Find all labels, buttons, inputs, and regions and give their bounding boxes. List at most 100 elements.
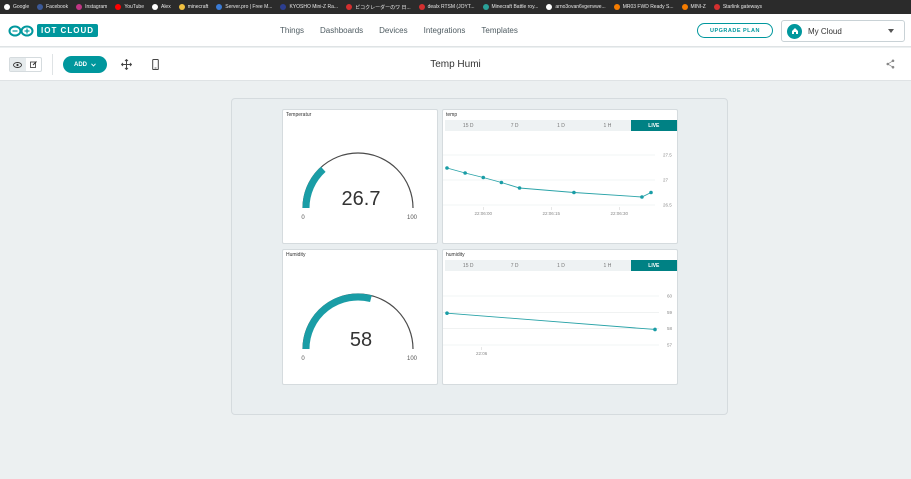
bookmark-favicon-icon — [178, 4, 185, 10]
dashboard-canvas: Temperatur 26.7 0 100 temp 15 D 7 D 1 D … — [231, 98, 728, 415]
bookmark-favicon-icon — [216, 4, 223, 10]
bookmark-favicon-icon — [482, 4, 489, 10]
bookmark-item[interactable]: Instagram — [72, 4, 111, 10]
x-tick-label: 22:06:15 — [543, 211, 561, 216]
cloud-selector-label: My Cloud — [808, 26, 842, 36]
gauge-value: 58 — [350, 329, 372, 351]
humidity-gauge-widget[interactable]: Humidity 58 0 100 — [282, 249, 438, 385]
data-point[interactable] — [572, 190, 576, 195]
share-button[interactable] — [884, 58, 896, 70]
bookmark-label: Server.pro | Free M... — [225, 4, 273, 10]
gauge-min-label: 0 — [301, 215, 305, 221]
gauge: 26.7 0 100 — [301, 152, 418, 221]
bookmark-item[interactable]: YouTube — [111, 4, 148, 10]
upgrade-plan-button[interactable]: UPGRADE PLAN — [697, 23, 773, 38]
bookmark-favicon-icon — [613, 4, 620, 10]
bookmark-item[interactable]: Server.pro | Free M... — [212, 4, 276, 10]
bookmark-label: dealx RTSM (JOYT... — [427, 4, 475, 10]
bookmark-favicon-icon — [4, 4, 10, 10]
bookmark-label: Alex — [160, 4, 171, 10]
x-tick-label: 22:06:00 — [475, 211, 493, 216]
bookmark-favicon-icon — [76, 4, 83, 10]
nav-templates[interactable]: Templates — [481, 26, 517, 35]
gauge-fill — [302, 166, 326, 209]
data-point[interactable] — [445, 311, 449, 315]
bookmark-item[interactable]: ピコクレーダーのワ 日... — [342, 4, 415, 11]
home-icon — [787, 23, 802, 39]
temperature-gauge-widget[interactable]: Temperatur 26.7 0 100 — [282, 109, 438, 244]
bookmark-item[interactable]: Minecraft Battle roy... — [479, 4, 543, 10]
main-nav: Things Dashboards Devices Integrations T… — [280, 26, 518, 35]
bookmark-label: Google — [13, 4, 30, 10]
arduino-infinity-icon — [8, 25, 34, 36]
bookmark-label: MR03 FWD Ready S... — [622, 4, 674, 10]
series-line — [446, 312, 656, 330]
humidity-chart-widget[interactable]: humidity 15 D 7 D 1 D 1 H LIVE 57 58 59 60 2… — [442, 249, 678, 385]
y-tick-label: 57 — [667, 343, 673, 348]
bookmark-favicon-icon — [418, 4, 425, 10]
bookmark-favicon-icon — [681, 4, 688, 10]
data-point[interactable] — [463, 171, 467, 175]
bookmark-favicon-icon — [713, 4, 720, 10]
logo-text: IOT CLOUD — [37, 24, 98, 37]
bookmark-label: Starlink gateways — [722, 4, 763, 10]
y-tick-label: 58 — [667, 326, 673, 331]
y-tick-label: 26.5 — [663, 203, 672, 208]
data-point[interactable] — [640, 195, 644, 199]
bookmark-item[interactable]: MR03 FWD Ready S... — [610, 4, 678, 10]
series-line — [446, 167, 652, 198]
bookmark-label: KYOSHO Mini-Z Ra... — [289, 4, 339, 10]
bookmark-item[interactable]: arno3ovan6vgenvwe... — [542, 4, 609, 10]
bookmark-favicon-icon — [151, 4, 158, 10]
bookmark-item[interactable]: Facebook — [33, 4, 72, 10]
data-point[interactable] — [653, 327, 657, 332]
share-icon — [886, 59, 894, 69]
bookmark-favicon-icon — [37, 4, 44, 10]
bookmark-item[interactable]: Alex — [148, 4, 175, 10]
temperature-chart-widget[interactable]: temp 15 D 7 D 1 D 1 H LIVE 26.5 27 27.5 22:… — [442, 109, 678, 244]
nav-dashboards[interactable]: Dashboards — [320, 26, 363, 35]
bookmarks-bar: Google Facebook Instagram YouTube Alex minecr… — [0, 0, 911, 14]
temperature-line-chart: 26.5 27 27.5 22:06:00 22:06:15 22:06:30 — [443, 153, 672, 216]
y-tick-label: 27 — [663, 178, 669, 183]
gauge-value: 26.7 — [342, 188, 381, 210]
bookmark-favicon-icon — [346, 4, 353, 10]
bookmark-item[interactable]: dealx RTSM (JOYT... — [415, 4, 479, 10]
data-point[interactable] — [499, 180, 504, 185]
gauge-max-label: 100 — [407, 356, 418, 362]
bookmark-label: minecraft — [187, 4, 209, 10]
bookmark-label: MINI-Z — [690, 4, 706, 10]
nav-devices[interactable]: Devices — [379, 26, 407, 35]
iot-cloud-logo[interactable]: IOT CLOUD — [8, 24, 98, 37]
cloud-selector[interactable]: My Cloud — [781, 20, 905, 42]
bookmark-label: Facebook — [46, 4, 69, 10]
bookmark-favicon-icon — [280, 4, 287, 10]
x-tick-label: 22:06:30 — [611, 211, 629, 216]
data-point[interactable] — [517, 186, 522, 190]
top-nav: IOT CLOUD Things Dashboards Devices Inte… — [0, 14, 911, 47]
humidity-line-chart: 57 58 59 60 22:06 — [443, 294, 673, 356]
bookmark-item[interactable]: minecraft — [175, 4, 213, 10]
y-tick-label: 59 — [667, 310, 673, 315]
bookmark-item[interactable]: Starlink gateways — [710, 4, 766, 10]
chevron-down-icon — [888, 29, 894, 33]
bookmark-label: Minecraft Battle roy... — [491, 4, 539, 10]
nav-integrations[interactable]: Integrations — [424, 26, 466, 35]
bookmark-item[interactable]: Google — [0, 4, 33, 10]
bookmark-item[interactable]: MINI-Z — [678, 4, 710, 10]
nav-things[interactable]: Things — [280, 26, 304, 35]
bookmark-favicon-icon — [546, 4, 553, 10]
x-tick-label: 22:06 — [476, 351, 488, 356]
data-point[interactable] — [445, 166, 449, 170]
y-tick-label: 27.5 — [663, 153, 672, 158]
gauge-min-label: 0 — [301, 356, 305, 362]
bookmark-label: arno3ovan6vgenvwe... — [555, 4, 606, 10]
data-point[interactable] — [481, 175, 486, 180]
y-tick-label: 60 — [667, 294, 673, 299]
bookmark-item[interactable]: KYOSHO Mini-Z Ra... — [276, 4, 342, 10]
bookmark-label: Instagram — [85, 4, 108, 10]
data-point[interactable] — [649, 190, 653, 195]
bookmark-favicon-icon — [115, 4, 122, 10]
gauge: 58 0 100 — [301, 293, 418, 362]
bookmark-label: YouTube — [124, 4, 144, 10]
